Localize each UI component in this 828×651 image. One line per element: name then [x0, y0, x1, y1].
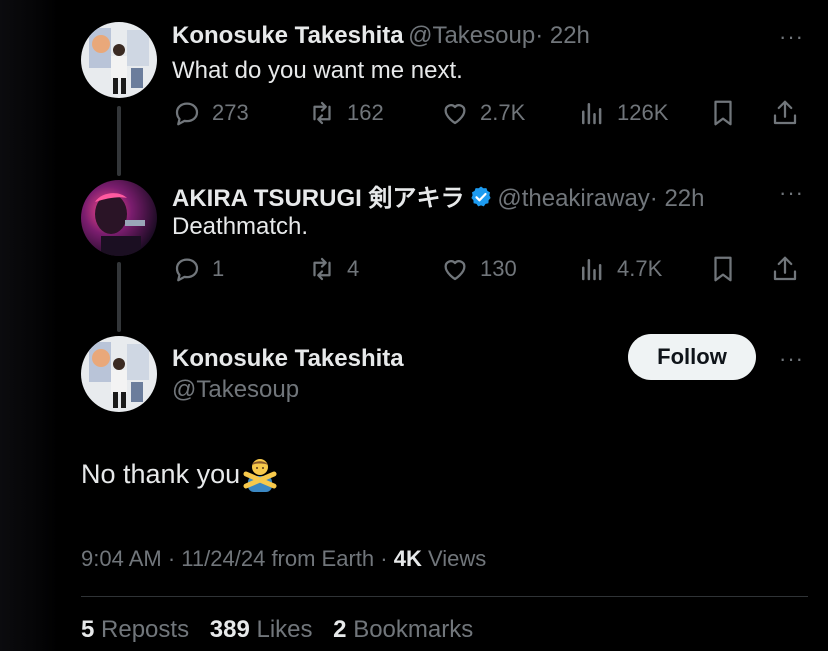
- like-button[interactable]: 130: [440, 254, 517, 284]
- handle[interactable]: @theakiraway: [497, 185, 649, 212]
- like-count: 2.7K: [480, 100, 526, 125]
- share-icon: [773, 100, 797, 125]
- share-button[interactable]: [770, 254, 800, 284]
- views-count: 4.7K: [617, 256, 663, 281]
- reposts-label: Reposts: [101, 616, 190, 643]
- bookmark-button[interactable]: [708, 98, 738, 128]
- share-button[interactable]: [770, 98, 800, 128]
- timestamp[interactable]: · 22h: [650, 185, 705, 212]
- tweet-text: What do you want me next.: [172, 57, 463, 84]
- like-icon: [444, 260, 466, 281]
- repost-count: 162: [347, 100, 384, 125]
- display-name[interactable]: Konosuke Takeshita: [172, 345, 404, 372]
- views-icon: [582, 259, 602, 281]
- views-button[interactable]: 4.7K: [577, 254, 662, 284]
- more-icon[interactable]: ···: [779, 346, 804, 372]
- reply-icon: [175, 258, 199, 282]
- avatar[interactable]: [81, 180, 157, 256]
- avatar[interactable]: [81, 22, 157, 98]
- tweet-header: AKIRA TSURUGI 剣アキラ @theakiraway· 22h: [172, 178, 705, 213]
- main-handle[interactable]: @Takesoup: [172, 376, 299, 404]
- views-count: 126K: [617, 100, 669, 125]
- avatar[interactable]: [81, 336, 157, 412]
- bookmark-icon: [714, 100, 732, 126]
- thread-line: [117, 106, 121, 176]
- likes-label: Likes: [256, 616, 313, 643]
- reply-count: 1: [212, 256, 225, 281]
- display-name[interactable]: Konosuke Takeshita: [172, 22, 404, 49]
- tweet-meta: 9:04 AM · 11/24/24 from Earth · 4K Views: [81, 546, 487, 571]
- bookmarks-label: Bookmarks: [353, 616, 474, 643]
- views-total: 4K: [393, 546, 422, 571]
- reply-count: 273: [212, 100, 249, 125]
- main-tweet-text: No thank you: [81, 456, 278, 492]
- repost-count: 4: [347, 256, 360, 281]
- repost-icon: [313, 101, 331, 125]
- likes-count: 389: [209, 616, 250, 643]
- views-button[interactable]: 126K: [577, 98, 668, 128]
- views-label: Views: [427, 546, 487, 571]
- bookmarks-count: 2: [333, 616, 347, 643]
- repost-button[interactable]: 4: [307, 254, 359, 284]
- bookmark-icon: [714, 256, 732, 282]
- action-bar: 273 162 2.7K 126K: [172, 98, 812, 134]
- post-time[interactable]: 9:04 AM: [81, 546, 162, 571]
- like-button[interactable]: 2.7K: [440, 98, 525, 128]
- reply-button[interactable]: 1: [172, 254, 224, 284]
- timestamp[interactable]: · 22h: [535, 22, 590, 49]
- follow-button[interactable]: Follow: [628, 334, 756, 380]
- reply-button[interactable]: 273: [172, 98, 249, 128]
- handle[interactable]: @Takesoup: [172, 376, 299, 403]
- tweet-header: Konosuke Takeshita @Takesoup· 22h: [172, 22, 590, 50]
- more-icon[interactable]: ···: [779, 24, 804, 50]
- reposts-count: 5: [81, 616, 95, 643]
- display-name[interactable]: AKIRA TSURUGI 剣アキラ: [172, 185, 464, 212]
- tweet-text: Deathmatch.: [172, 213, 309, 240]
- left-edge-shade: [0, 0, 58, 651]
- post-date[interactable]: 11/24/24: [181, 546, 265, 571]
- likes-stat[interactable]: 389 Likes: [210, 616, 313, 643]
- thread-line: [117, 262, 121, 332]
- tweet-text: No thank you: [81, 458, 241, 489]
- divider: [81, 596, 808, 597]
- bookmark-button[interactable]: [708, 254, 738, 284]
- repost-icon: [313, 257, 331, 281]
- verified-icon: [471, 186, 491, 207]
- like-count: 130: [480, 256, 517, 281]
- action-bar: 1 4 130 4.7K: [172, 254, 812, 290]
- reposts-stat[interactable]: 5 Reposts: [81, 616, 189, 643]
- engagement-stats: 5 Reposts 389 Likes 2 Bookmarks: [81, 616, 487, 644]
- views-icon: [582, 103, 602, 125]
- repost-button[interactable]: 162: [307, 98, 384, 128]
- person-gesturing-no-emoji: [243, 459, 277, 492]
- reply-icon: [175, 102, 199, 126]
- like-icon: [444, 104, 466, 125]
- handle[interactable]: @Takesoup: [408, 22, 535, 49]
- bookmarks-stat[interactable]: 2 Bookmarks: [333, 616, 473, 643]
- more-icon[interactable]: ···: [779, 180, 804, 206]
- post-location: from Earth: [271, 546, 375, 571]
- share-icon: [773, 256, 797, 281]
- main-display-name[interactable]: Konosuke Takeshita: [172, 345, 404, 373]
